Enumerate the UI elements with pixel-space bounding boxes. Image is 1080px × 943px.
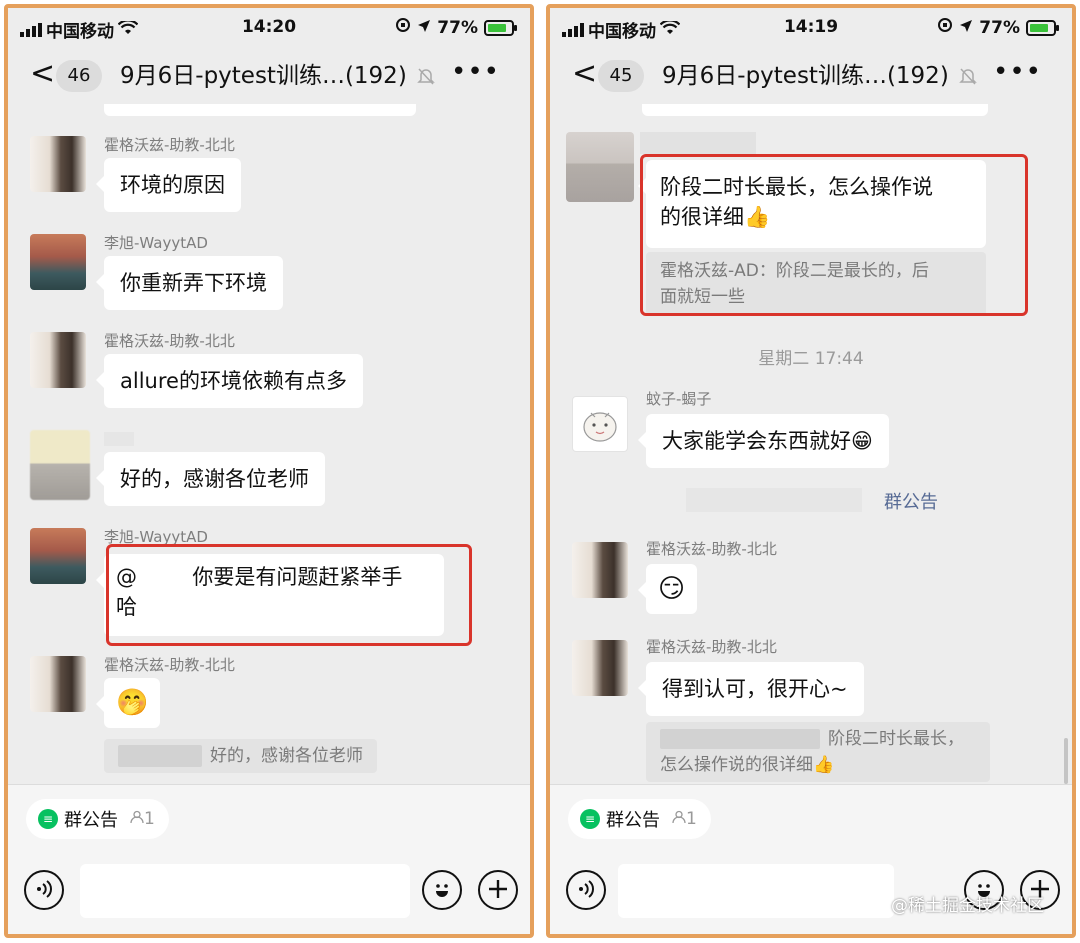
battery-percent: 77%: [437, 17, 478, 38]
right-chat-screen: 中国移动 14:19 77% < 45 9月6日-pytest训练…(192) …: [546, 4, 1076, 938]
voice-input-button[interactable]: [566, 870, 606, 910]
scrollbar[interactable]: [1064, 738, 1068, 784]
notice-icon: ≡: [38, 809, 58, 829]
group-notice-link[interactable]: 群公告: [884, 488, 938, 514]
mute-bell-icon: [958, 66, 978, 90]
notice-label: 群公告: [64, 810, 118, 831]
chat-title: 9月6日-pytest训练…(192): [662, 63, 949, 89]
sender-name: 蚊子-蝎子: [646, 390, 712, 408]
notice-icon: ≡: [580, 809, 600, 829]
previous-bubble-edge: [642, 104, 988, 116]
quote-text: 好的，感谢各位老师: [210, 746, 363, 766]
nav-bar: < 46 9月6日-pytest训练…(192) •••: [8, 46, 530, 104]
group-notice-chip[interactable]: ≡ 群公告 1: [568, 799, 711, 839]
blurred-quote-author: [118, 745, 202, 767]
highlight-frame: [640, 154, 1028, 316]
blurred-quote-author: [660, 729, 820, 749]
voice-icon: [37, 880, 52, 898]
more-options-button[interactable]: •••: [993, 58, 1042, 86]
sender-name: 霍格沃兹-助教-北北: [104, 656, 235, 674]
avatar[interactable]: [30, 234, 86, 290]
more-functions-button[interactable]: [478, 870, 518, 910]
avatar[interactable]: [572, 640, 628, 696]
unread-count-badge[interactable]: 45: [598, 60, 644, 92]
back-button[interactable]: <: [572, 59, 597, 89]
chat-title: 9月6日-pytest训练…(192): [120, 63, 407, 89]
message-input[interactable]: [618, 864, 894, 918]
notice-reader-count: 1: [130, 809, 155, 829]
emoji-button[interactable]: [422, 870, 462, 910]
back-button[interactable]: <: [30, 59, 55, 89]
message-bubble[interactable]: 得到认可，很开心~: [638, 662, 864, 716]
mute-bell-icon: [416, 66, 436, 90]
emoji-bubble[interactable]: 🤭: [95, 678, 161, 728]
quote-line: 怎么操作说的很详细👍: [660, 755, 835, 775]
message-bubble[interactable]: 大家能学会东西就好😁: [638, 414, 889, 468]
status-bar: 中国移动 14:19 77%: [550, 8, 1072, 46]
quote-line: 阶段二时长最长，: [828, 729, 964, 749]
unread-count-badge[interactable]: 46: [56, 60, 102, 92]
blurred-sender-name: [104, 432, 134, 446]
avatar[interactable]: [30, 136, 86, 192]
nav-bar: < 45 9月6日-pytest训练…(192) •••: [550, 46, 1072, 104]
message-input[interactable]: [80, 864, 410, 918]
message-bubble[interactable]: allure的环境依赖有点多: [96, 354, 363, 408]
more-options-button[interactable]: •••: [451, 58, 500, 86]
avatar[interactable]: [572, 396, 628, 452]
voice-input-button[interactable]: [24, 870, 64, 910]
quoted-reply[interactable]: 阶段二时长最长， 怎么操作说的很详细👍: [646, 722, 990, 782]
quoted-reply[interactable]: 好的，感谢各位老师: [104, 739, 377, 773]
group-notice-chip[interactable]: ≡ 群公告 1: [26, 799, 169, 839]
avatar[interactable]: [30, 332, 86, 388]
sender-name: 李旭-WayytAD: [104, 234, 208, 252]
message-bubble[interactable]: 你重新弄下环境: [96, 256, 283, 310]
blurred-avatar[interactable]: [566, 132, 634, 202]
blurred-avatar[interactable]: [30, 430, 90, 500]
location-icon: [417, 18, 431, 38]
notice-label: 群公告: [606, 810, 660, 831]
notice-count: 1: [686, 809, 697, 829]
highlight-frame: [106, 544, 472, 646]
battery-icon: [484, 19, 517, 36]
sender-name: 霍格沃兹-助教-北北: [646, 638, 777, 656]
blurred-system-text: [686, 488, 862, 512]
location-icon: [959, 18, 973, 38]
sender-name: 霍格沃兹-助教-北北: [104, 136, 235, 154]
plus-icon: [489, 880, 507, 898]
emoji-bubble[interactable]: 😏: [637, 564, 698, 614]
avatar[interactable]: [30, 528, 86, 584]
notice-count: 1: [144, 809, 155, 829]
watermark: @稀土掘金技术社区: [891, 896, 1044, 916]
left-chat-screen: 中国移动 14:20 77% < 46 9月6日-pytest训练…(192) …: [4, 4, 534, 938]
rotation-lock-icon: [937, 17, 953, 38]
previous-bubble-edge: [104, 104, 416, 116]
voice-icon: [579, 880, 594, 898]
cartoon-avatar-icon: [583, 412, 617, 442]
person-icon: [130, 810, 144, 824]
person-icon: [672, 810, 686, 824]
battery-icon: [1026, 19, 1059, 36]
message-bubble[interactable]: 好的，感谢各位老师: [96, 452, 325, 506]
avatar[interactable]: [572, 542, 628, 598]
sender-name: 霍格沃兹-助教-北北: [646, 540, 777, 558]
smiley-icon: [436, 884, 448, 897]
sender-name: 霍格沃兹-助教-北北: [104, 332, 235, 350]
notice-reader-count: 1: [672, 809, 697, 829]
battery-percent: 77%: [979, 17, 1020, 38]
message-bubble[interactable]: 环境的原因: [96, 158, 241, 212]
time-divider: 星期二 17:44: [758, 349, 864, 369]
rotation-lock-icon: [395, 17, 411, 38]
status-bar: 中国移动 14:20 77%: [8, 8, 530, 46]
input-area: ≡ 群公告 1: [8, 784, 530, 934]
avatar[interactable]: [30, 656, 86, 712]
blurred-sender-name: [640, 132, 756, 154]
